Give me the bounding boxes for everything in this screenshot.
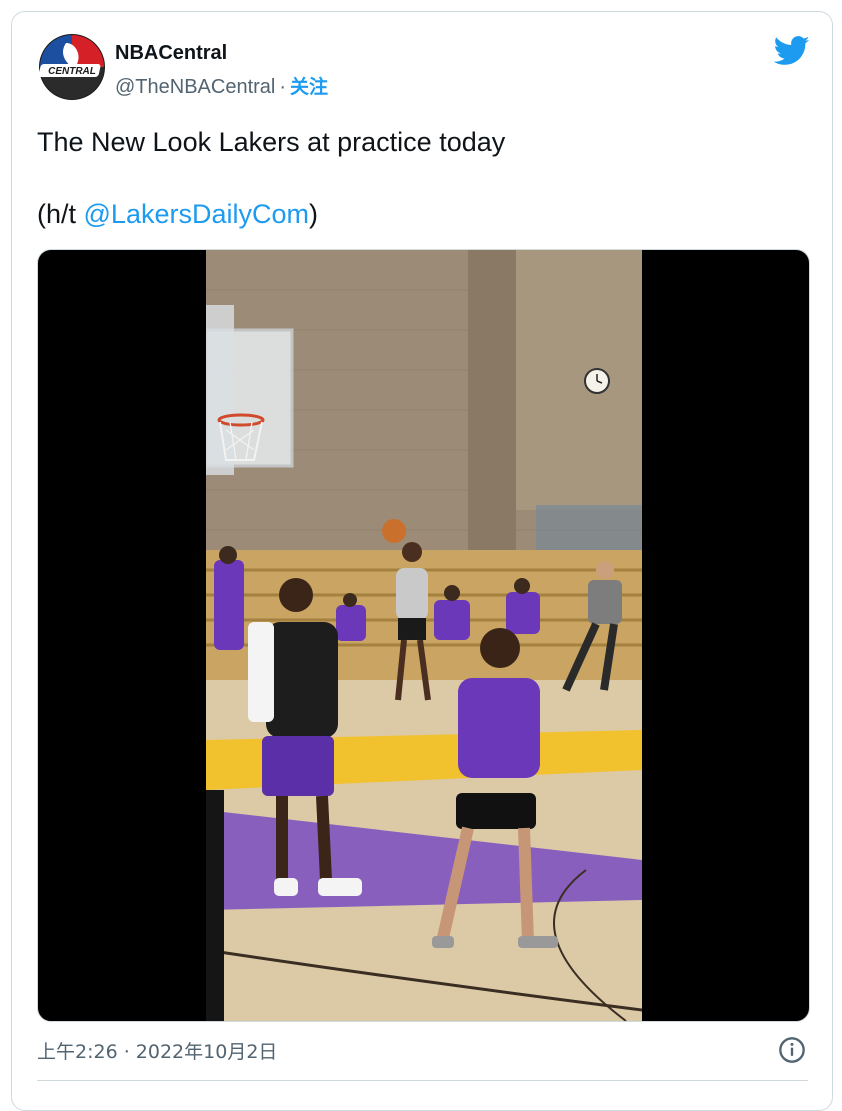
author-handle-row: @TheNBACentral · 关注 — [115, 72, 328, 99]
player-black-shirt — [266, 622, 338, 738]
author-avatar[interactable]: CENTRAL — [36, 31, 108, 103]
basketball — [382, 519, 406, 543]
author-handle[interactable]: @TheNBACentral — [115, 76, 275, 98]
info-icon[interactable] — [778, 1036, 806, 1064]
video-frame[interactable] — [206, 250, 642, 1021]
follow-button[interactable]: 关注 — [290, 76, 328, 98]
tweet-card: CENTRAL NBACentral @TheNBACentral · 关注 The… — [11, 11, 833, 1111]
video-player[interactable] — [37, 249, 810, 1022]
handle-separator: · — [279, 76, 287, 98]
staff-purple-shirt — [458, 678, 540, 778]
tweet-timestamp[interactable]: 上午2:26 · 2022年10月2日 — [37, 1037, 277, 1064]
hat-tip-prefix: (h/t — [37, 199, 84, 229]
tweet-line-2: (h/t @LakersDailyCom) — [37, 196, 807, 232]
mention-link[interactable]: @LakersDailyCom — [84, 199, 309, 229]
tweet-text: The New Look Lakers at practice today (h… — [37, 124, 807, 232]
avatar-wordmark: CENTRAL — [48, 66, 96, 77]
footer-divider — [37, 1080, 808, 1081]
twitter-bird-icon[interactable] — [774, 36, 810, 66]
tweet-line-1: The New Look Lakers at practice today — [37, 127, 506, 157]
hat-tip-suffix: ) — [308, 199, 318, 229]
nbacentral-logo: CENTRAL — [36, 31, 108, 103]
author-name[interactable]: NBACentral — [115, 42, 227, 65]
